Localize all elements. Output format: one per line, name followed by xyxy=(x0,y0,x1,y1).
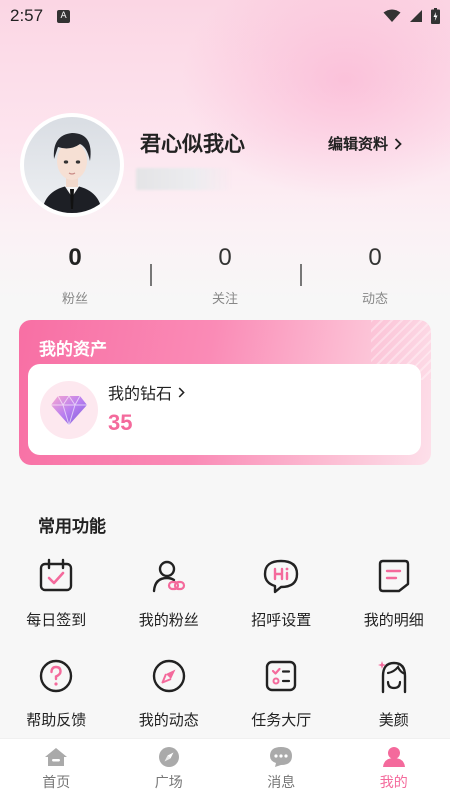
function-grid: 每日签到 我的粉丝 招呼设置 我的明细 帮助反馈 我的动态 任务大厅 美颜 xyxy=(0,556,450,730)
status-bar: 2:57 A xyxy=(0,0,450,32)
stat-label: 粉丝 xyxy=(61,292,88,307)
func-greeting-settings[interactable]: 招呼设置 xyxy=(225,556,338,630)
section-title-common-functions: 常用功能 xyxy=(38,517,106,537)
notification-icon: A xyxy=(57,9,71,23)
user-icon xyxy=(382,745,406,769)
chat-icon xyxy=(269,745,293,769)
assets-card: 我的资产 我的钻石 35 xyxy=(19,320,431,465)
stat-fans[interactable]: 0 粉丝 xyxy=(0,240,150,310)
bottom-tab-bar: 首页 广场 消息 我的 xyxy=(0,738,450,800)
func-label: 我的动态 xyxy=(138,711,199,729)
task-list-icon xyxy=(261,656,301,696)
avatar-image xyxy=(42,133,102,213)
func-label: 美颜 xyxy=(378,711,409,729)
wifi-icon xyxy=(383,9,401,22)
func-beauty[interactable]: 美颜 xyxy=(338,656,450,730)
func-my-posts[interactable]: 我的动态 xyxy=(113,656,226,730)
edit-profile-button[interactable]: 编辑资料 xyxy=(328,133,402,154)
stat-divider xyxy=(300,264,302,286)
func-label: 任务大厅 xyxy=(251,711,312,729)
help-icon xyxy=(36,656,76,696)
stat-following[interactable]: 0 关注 xyxy=(150,240,300,310)
func-label: 我的粉丝 xyxy=(138,611,199,629)
avatar[interactable] xyxy=(20,113,124,217)
func-my-fans[interactable]: 我的粉丝 xyxy=(113,556,226,630)
tab-messages[interactable]: 消息 xyxy=(225,739,338,800)
assets-title: 我的资产 xyxy=(39,340,107,360)
stats-row: 0 粉丝 0 关注 0 动态 xyxy=(0,240,450,310)
signal-icon xyxy=(410,10,422,22)
diamond-icon xyxy=(51,395,87,426)
diamond-badge xyxy=(40,381,98,439)
tab-square[interactable]: 广场 xyxy=(113,739,226,800)
stat-label: 动态 xyxy=(361,292,388,307)
tab-label: 首页 xyxy=(42,775,71,791)
diamond-link[interactable]: 我的钻石 xyxy=(108,380,185,404)
func-my-details[interactable]: 我的明细 xyxy=(338,556,450,630)
chevron-right-icon xyxy=(178,386,185,398)
tab-label: 广场 xyxy=(154,775,183,791)
document-icon xyxy=(374,556,414,596)
stat-posts[interactable]: 0 动态 xyxy=(300,240,450,310)
tab-label: 我的 xyxy=(379,775,408,791)
stat-divider xyxy=(150,264,152,286)
calendar-check-icon xyxy=(36,556,76,596)
func-help-feedback[interactable]: 帮助反馈 xyxy=(0,656,113,730)
diamond-count: 35 xyxy=(108,410,133,435)
stat-value: 0 xyxy=(218,244,232,271)
func-label: 帮助反馈 xyxy=(26,711,87,729)
tab-label: 消息 xyxy=(267,775,296,791)
fans-icon xyxy=(149,556,189,596)
user-id-blurred xyxy=(136,168,232,190)
status-time: 2:57 xyxy=(10,6,44,25)
hi-bubble-icon xyxy=(261,556,301,596)
compass-icon xyxy=(157,745,181,769)
func-label: 每日签到 xyxy=(26,611,87,629)
stat-value: 0 xyxy=(368,244,382,271)
tab-home[interactable]: 首页 xyxy=(0,739,113,800)
chevron-right-icon xyxy=(394,137,402,150)
func-task-hall[interactable]: 任务大厅 xyxy=(225,656,338,730)
edit-profile-label: 编辑资料 xyxy=(328,135,389,153)
battery-icon xyxy=(431,8,440,24)
diamond-label: 我的钻石 xyxy=(108,384,173,403)
tab-mine[interactable]: 我的 xyxy=(338,739,450,800)
nickname: 君心似我心 xyxy=(140,132,245,156)
func-label: 我的明细 xyxy=(363,611,424,629)
diamond-panel[interactable]: 我的钻石 35 xyxy=(28,364,421,455)
func-label: 招呼设置 xyxy=(251,611,312,629)
stat-value: 0 xyxy=(68,244,82,271)
func-daily-checkin[interactable]: 每日签到 xyxy=(0,556,113,630)
compass-icon xyxy=(149,656,189,696)
beauty-face-icon xyxy=(374,656,414,696)
home-icon xyxy=(44,745,68,769)
stat-label: 关注 xyxy=(211,292,238,307)
